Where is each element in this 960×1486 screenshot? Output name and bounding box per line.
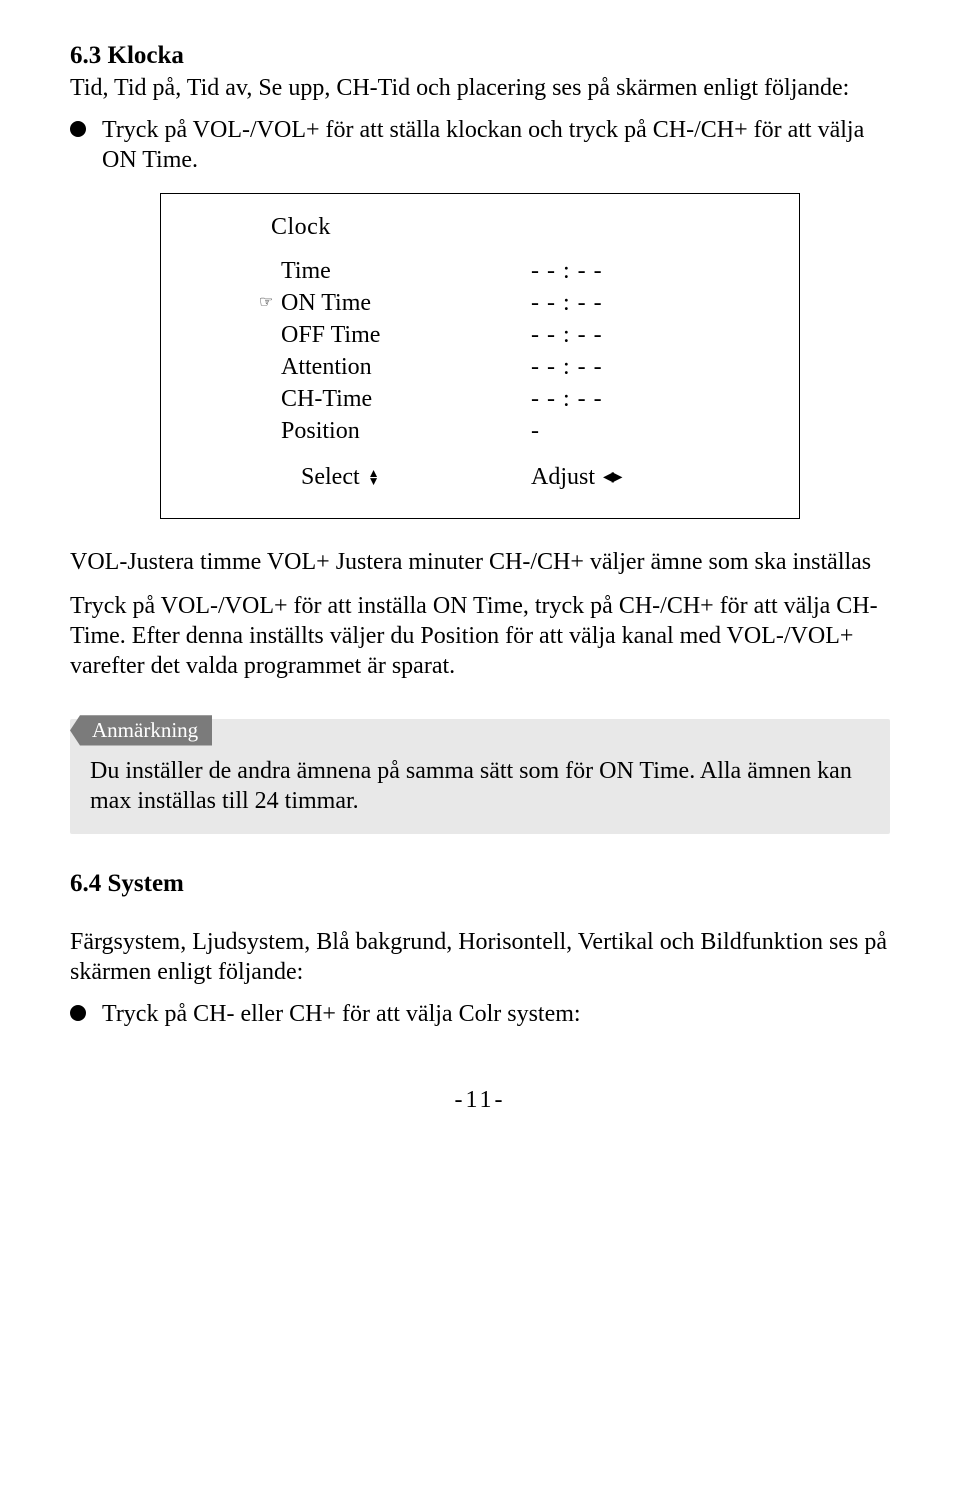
clock-label-off-time: OFF Time xyxy=(281,320,380,350)
paragraph-tryck-vol: Tryck på VOL-/VOL+ för att inställa ON T… xyxy=(70,591,890,681)
clock-label-on-time: ON Time xyxy=(281,288,371,318)
clock-label-position: Position xyxy=(281,416,360,446)
clock-select-label: Select xyxy=(301,462,360,492)
section-6-3-intro: Tid, Tid på, Tid av, Se upp, CH-Tid och … xyxy=(70,73,890,103)
paragraph-vol-justera: VOL-Justera timme VOL+ Justera minuter C… xyxy=(70,547,890,577)
clock-value-off-time: - - : - - xyxy=(531,320,739,350)
clock-value-ch-time: - - : - - xyxy=(531,384,739,414)
clock-value-time: - - : - - xyxy=(531,256,739,286)
section-6-3-heading: 6.3 Klocka xyxy=(70,40,890,71)
bullet-item-set-clock: Tryck på VOL-/VOL+ för att ställa klocka… xyxy=(70,115,890,175)
section-6-4-intro: Färgsystem, Ljudsystem, Blå bakgrund, Ho… xyxy=(70,927,890,987)
bullet-text: Tryck på VOL-/VOL+ för att ställa klocka… xyxy=(102,115,890,175)
bullet-dot-icon xyxy=(70,121,86,137)
clock-label-time: Time xyxy=(281,256,331,286)
clock-menu-title: Clock xyxy=(161,212,799,242)
left-right-arrows-icon: ◀▶ xyxy=(603,469,621,487)
clock-value-attention: - - : - - xyxy=(531,352,739,382)
clock-value-on-time: - - : - - xyxy=(531,288,739,318)
section-6-4-heading: 6.4 System xyxy=(70,868,890,899)
clock-row-position: Position - xyxy=(161,416,799,446)
clock-label-ch-time: CH-Time xyxy=(281,384,372,414)
clock-row-attention: Attention - - : - - xyxy=(161,352,799,382)
note-box: Anmärkning Du inställer de andra ämnena … xyxy=(70,719,890,833)
page-number: -11- xyxy=(70,1085,890,1115)
clock-adjust-label: Adjust xyxy=(531,462,595,492)
clock-row-on-time: ☞ ON Time - - : - - xyxy=(161,288,799,318)
bullet-dot-icon xyxy=(70,1005,86,1021)
clock-select-adjust-row: Select ▲▼ Adjust ◀▶ xyxy=(161,462,799,492)
clock-value-position: - xyxy=(531,416,739,446)
bullet-text: Tryck på CH- eller CH+ för att välja Col… xyxy=(102,999,581,1029)
bullet-item-color-system: Tryck på CH- eller CH+ för att välja Col… xyxy=(70,999,890,1029)
clock-menu-box: Clock Time - - : - - ☞ ON Time - - : - -… xyxy=(160,193,800,519)
note-body: Du inställer de andra ämnena på samma sä… xyxy=(90,756,870,816)
clock-row-time: Time - - : - - xyxy=(161,256,799,286)
note-label: Anmärkning xyxy=(70,715,212,745)
clock-label-attention: Attention xyxy=(281,352,372,382)
clock-row-off-time: OFF Time - - : - - xyxy=(161,320,799,350)
pointer-hand-icon: ☞ xyxy=(259,293,277,313)
up-down-arrows-icon: ▲▼ xyxy=(368,469,380,485)
clock-row-ch-time: CH-Time - - : - - xyxy=(161,384,799,414)
